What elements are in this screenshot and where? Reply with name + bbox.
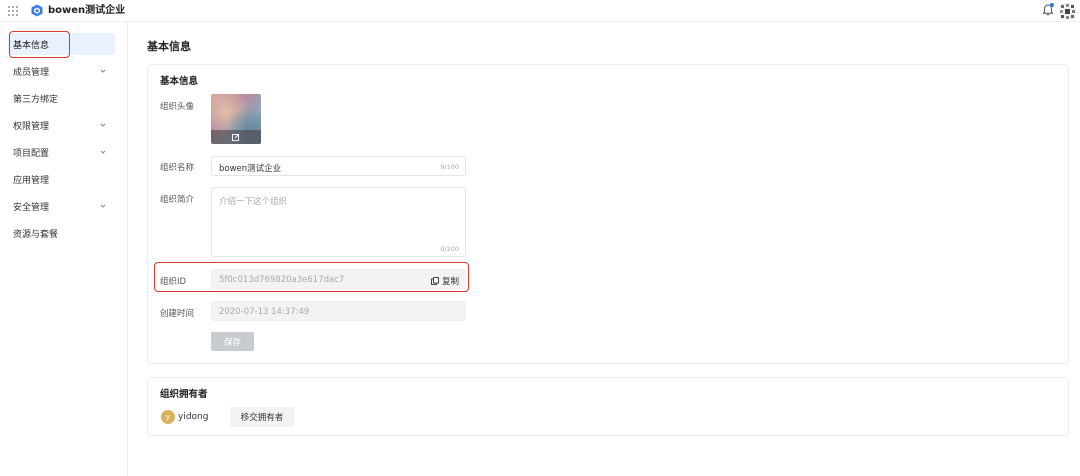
chevron-down-icon [100, 69, 106, 73]
org-name-value: bowen测试企业 [219, 164, 282, 174]
sidebar-item-label: 应用管理 [13, 175, 50, 186]
intro-label: 组织简介 [160, 195, 195, 205]
app-grid-icon[interactable] [8, 6, 18, 16]
intro-placeholder: 介绍一下这个组织 [219, 197, 288, 207]
chevron-down-icon [100, 204, 106, 208]
chevron-down-icon [100, 123, 106, 127]
sidebar-item-label: 资源与套餐 [13, 229, 59, 240]
org-intro-textarea[interactable]: 介绍一下这个组织 0/200 [211, 187, 466, 257]
avatar-label: 组织头像 [160, 102, 195, 112]
sidebar-item-apps[interactable]: 应用管理 [8, 168, 115, 190]
copy-button[interactable]: 复制 [431, 275, 459, 287]
chevron-down-icon [100, 150, 106, 154]
sidebar-item-label: 第三方绑定 [13, 94, 59, 105]
sidebar-item-label: 基本信息 [13, 40, 50, 51]
edit-icon [232, 133, 240, 141]
copy-icon [431, 277, 439, 285]
copy-label: 复制 [441, 277, 459, 287]
transfer-owner-button[interactable]: 移交拥有者 [230, 407, 294, 427]
basic-info-card: 基本信息 组织头像 组织名称 bowen测试企业 9/100 组织简介 介绍一下… [147, 64, 1069, 364]
avatar-edit-button[interactable] [211, 130, 261, 144]
sidebar-item-label: 项目配置 [13, 148, 50, 159]
org-name[interactable]: bowen测试企业 [48, 4, 125, 17]
sidebar-item-third-party[interactable]: 第三方绑定 [8, 87, 115, 109]
sidebar-item-members[interactable]: 成员管理 [8, 60, 115, 82]
save-button[interactable]: 保存 [211, 332, 254, 351]
created-label: 创建时间 [160, 309, 195, 319]
user-avatar[interactable] [1059, 3, 1076, 20]
owner-card-title: 组织拥有者 [160, 389, 208, 400]
notification-dot [1050, 3, 1054, 7]
card-title: 基本信息 [160, 76, 199, 87]
top-bar: bowen测试企业 [0, 0, 1080, 22]
owner-card: 组织拥有者 y yidong 移交拥有者 [147, 377, 1069, 436]
org-id-value: 5f0c013d769820a3e617dac7 [219, 275, 345, 285]
org-logo-icon [31, 4, 43, 17]
org-id-label: 组织ID [160, 277, 187, 287]
name-label: 组织名称 [160, 163, 195, 173]
sidebar-item-project-config[interactable]: 项目配置 [8, 141, 115, 163]
name-char-count: 9/100 [440, 163, 459, 171]
intro-char-count: 0/200 [440, 245, 459, 253]
page-title: 基本信息 [147, 40, 191, 53]
org-avatar[interactable] [211, 94, 261, 144]
sidebar-item-basic-info[interactable]: 基本信息 [8, 33, 115, 55]
sidebar-item-label: 安全管理 [13, 202, 50, 213]
sidebar-item-label: 权限管理 [13, 121, 50, 132]
org-name-input[interactable]: bowen测试企业 9/100 [211, 156, 466, 176]
sidebar-item-permissions[interactable]: 权限管理 [8, 114, 115, 136]
owner-name: yidong [178, 412, 209, 422]
created-time-value: 2020-07-13 14:37:49 [219, 307, 310, 317]
owner-avatar: y [161, 410, 175, 424]
sidebar-item-label: 成员管理 [13, 67, 50, 78]
sidebar: 基本信息 成员管理 第三方绑定 权限管理 项目配置 应用管理 安全管理 资源与套… [0, 22, 128, 476]
sidebar-item-security[interactable]: 安全管理 [8, 195, 115, 217]
created-time-field: 2020-07-13 14:37:49 [211, 301, 466, 321]
org-id-field: 5f0c013d769820a3e617dac7 复制 [211, 269, 466, 289]
sidebar-item-resources[interactable]: 资源与套餐 [8, 222, 115, 244]
